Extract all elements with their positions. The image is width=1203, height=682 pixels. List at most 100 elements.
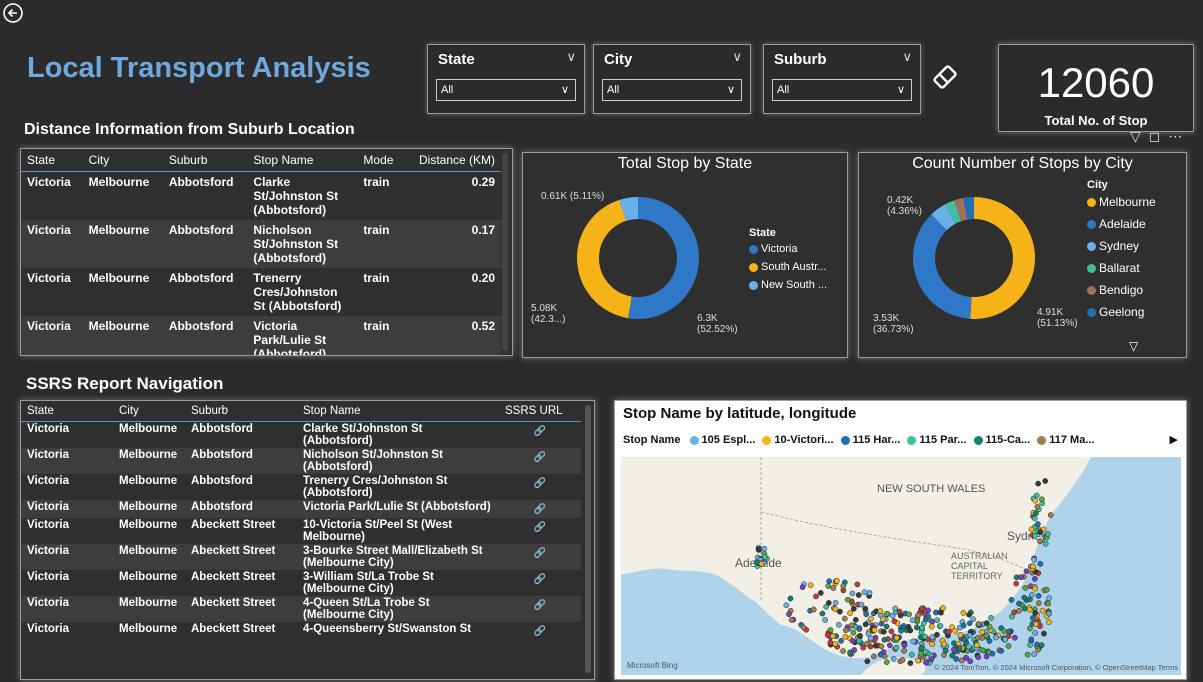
stop-point[interactable] (877, 608, 884, 614)
table-row[interactable]: Victoria Melbourne Abeckett Street 4-Queens… (21, 622, 581, 640)
stop-point[interactable] (1026, 606, 1033, 613)
stop-point[interactable] (1041, 630, 1047, 637)
ssrs-url-link[interactable]: 🔗 (499, 570, 581, 596)
stop-point[interactable] (1032, 610, 1039, 616)
stop-point[interactable] (852, 616, 859, 623)
stop-point[interactable] (893, 634, 900, 641)
legend-item[interactable]: 115 Par... (907, 434, 966, 446)
stop-point[interactable] (901, 642, 908, 649)
stop-point[interactable] (1037, 538, 1043, 545)
stop-point[interactable] (856, 637, 862, 644)
legend-item[interactable]: Ballarat (1087, 261, 1156, 275)
stop-point[interactable] (952, 628, 959, 634)
ssrs-url-link[interactable]: 🔗 (499, 622, 581, 640)
stop-point[interactable] (1028, 636, 1035, 643)
legend-item[interactable]: Geelong (1087, 305, 1156, 319)
link-icon[interactable]: 🔗 (534, 504, 546, 515)
stop-point[interactable] (957, 632, 964, 638)
table-row[interactable]: Victoria Melbourne Abbotsford Nicholson … (21, 220, 501, 268)
stop-point[interactable] (928, 656, 935, 663)
stop-point[interactable] (896, 608, 903, 615)
stop-point[interactable] (979, 629, 986, 635)
table-row[interactable]: Victoria Melbourne Abbotsford Trenerry Cres… (21, 474, 581, 500)
legend-item[interactable]: 115 Har... (840, 434, 900, 446)
stop-point[interactable] (1037, 529, 1044, 535)
stop-point[interactable] (758, 560, 765, 567)
stop-point[interactable] (761, 545, 768, 552)
stop-point[interactable] (863, 611, 870, 618)
stop-point[interactable] (817, 590, 824, 596)
stop-point[interactable] (1021, 605, 1028, 612)
stop-point[interactable] (1039, 607, 1046, 614)
stop-point[interactable] (862, 605, 869, 612)
stop-point[interactable] (1001, 628, 1007, 635)
ssrs-url-link[interactable]: 🔗 (499, 422, 581, 449)
stop-point[interactable] (922, 648, 929, 655)
col-header[interactable]: State (21, 149, 83, 172)
stop-point[interactable] (826, 578, 833, 585)
state-dropdown[interactable]: All ∨ (436, 79, 576, 101)
col-header[interactable]: Stop Name (247, 149, 358, 172)
stop-point[interactable] (1031, 515, 1038, 522)
city-slicer[interactable]: City ∨ All ∨ (593, 44, 751, 114)
stop-point[interactable] (898, 627, 904, 634)
stop-point[interactable] (862, 621, 869, 628)
stop-point[interactable] (970, 616, 977, 623)
stop-point[interactable] (989, 650, 996, 657)
stop-point[interactable] (1027, 625, 1033, 632)
stop-point[interactable] (918, 629, 925, 636)
suburb-dropdown[interactable]: All ∨ (772, 79, 912, 101)
stop-point[interactable] (849, 590, 856, 597)
stop-point[interactable] (878, 643, 885, 650)
legend-item[interactable]: South Austr... (749, 261, 827, 273)
stop-point[interactable] (799, 584, 806, 591)
stop-point[interactable] (842, 633, 849, 640)
stop-point[interactable] (1034, 503, 1041, 510)
table-row[interactable]: Victoria Melbourne Abbotsford Victoria Park… (21, 500, 581, 518)
stop-point[interactable] (1008, 597, 1015, 603)
stop-point[interactable] (841, 615, 848, 622)
stop-point[interactable] (872, 642, 879, 649)
stop-point[interactable] (960, 622, 967, 629)
stop-point[interactable] (850, 629, 857, 636)
stop-point[interactable] (762, 554, 768, 560)
stop-point[interactable] (960, 610, 967, 616)
stop-point[interactable] (832, 641, 839, 647)
legend-item[interactable]: New South ... (749, 279, 827, 291)
stop-point[interactable] (915, 612, 921, 619)
stop-point[interactable] (857, 632, 863, 639)
stop-point[interactable] (783, 602, 790, 609)
stop-point[interactable] (934, 631, 940, 638)
stop-point[interactable] (942, 647, 949, 654)
stop-point[interactable] (929, 618, 936, 625)
stop-point[interactable] (937, 623, 944, 629)
city-dropdown[interactable]: All ∨ (602, 79, 742, 101)
stop-point[interactable] (830, 585, 837, 591)
stop-point[interactable] (883, 611, 890, 617)
legend-item[interactable]: 105 Espl... (689, 434, 755, 446)
ssrs-url-link[interactable]: 🔗 (499, 448, 581, 474)
legend-item[interactable]: Adelaide (1087, 217, 1156, 231)
table-row[interactable]: Victoria Melbourne Abeckett Street 3-Bourke… (21, 544, 581, 570)
col-header[interactable]: Suburb (162, 149, 248, 172)
stop-point[interactable] (922, 633, 928, 640)
chevron-down-icon[interactable]: ∨ (902, 49, 912, 65)
legend-item[interactable]: Sydney (1087, 239, 1156, 253)
link-icon[interactable]: 🔗 (534, 452, 546, 463)
stop-point[interactable] (1046, 595, 1052, 602)
col-header[interactable]: Suburb (185, 401, 297, 422)
stop-point[interactable] (855, 592, 862, 598)
stop-point[interactable] (1011, 609, 1018, 616)
stop-point[interactable] (901, 647, 907, 654)
stop-point[interactable] (877, 651, 884, 658)
stop-point[interactable] (787, 595, 794, 602)
stop-point[interactable] (907, 660, 914, 666)
legend-item[interactable]: Bendigo (1087, 283, 1156, 297)
stop-point[interactable] (891, 618, 898, 625)
col-header[interactable]: Stop Name (297, 401, 499, 422)
stop-point[interactable] (827, 639, 834, 646)
stop-point[interactable] (925, 607, 931, 614)
stop-point[interactable] (951, 646, 957, 653)
table-row[interactable]: Victoria Melbourne Abbotsford Clarke St/… (21, 172, 501, 221)
stop-point[interactable] (919, 605, 925, 612)
